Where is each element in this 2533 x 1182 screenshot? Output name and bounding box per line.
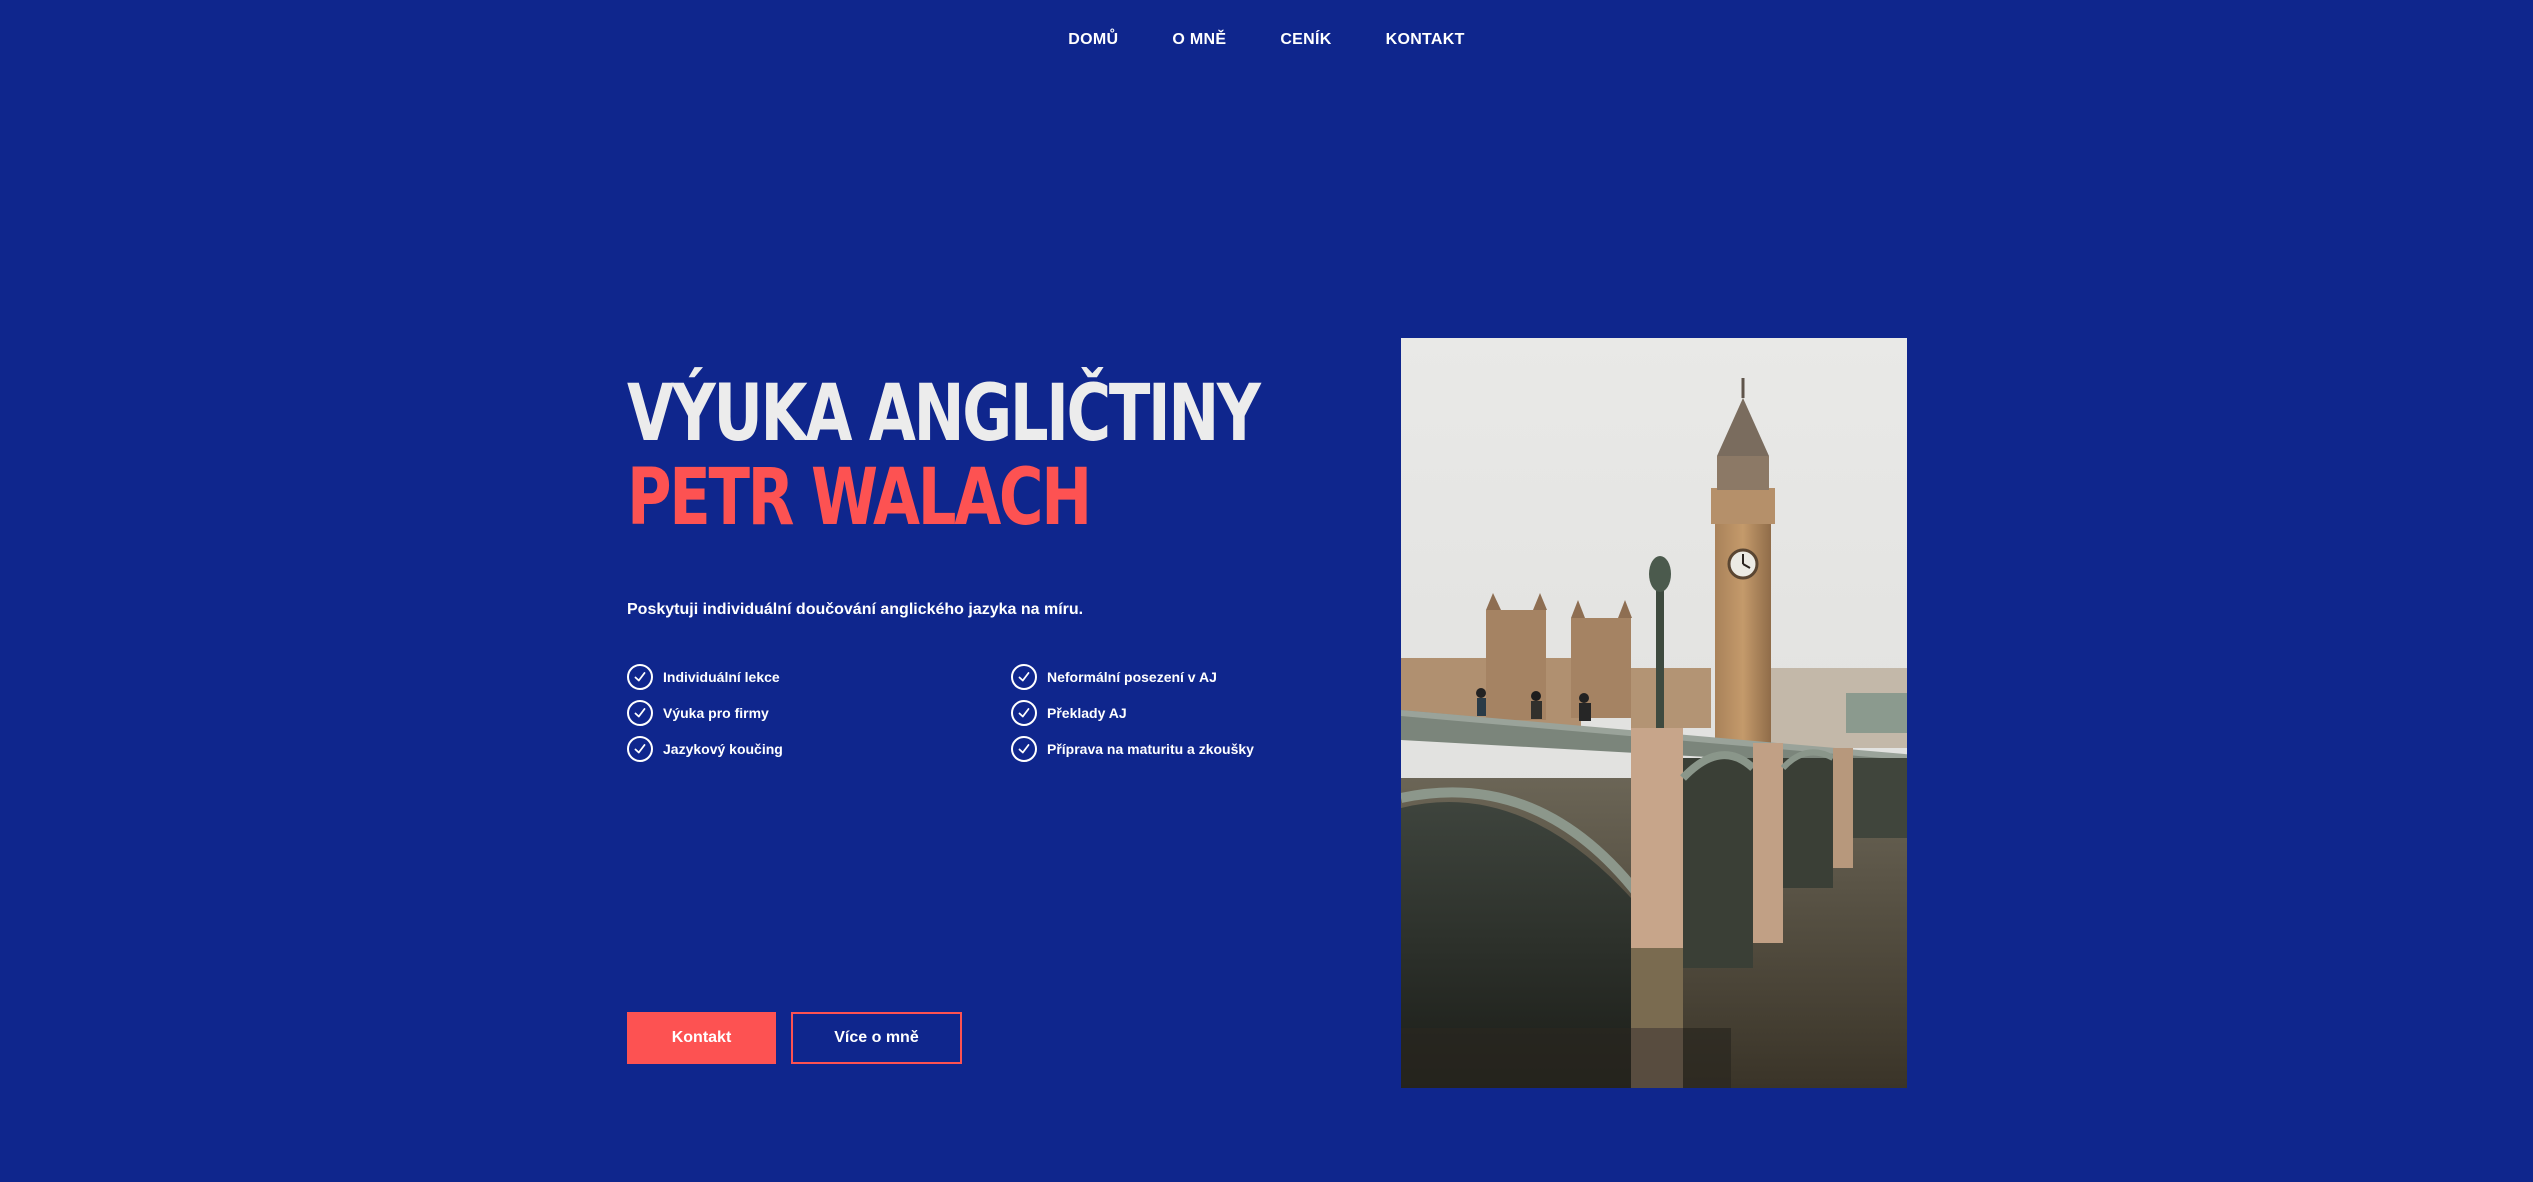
check-circle-icon [1011, 664, 1037, 690]
check-circle-icon [1011, 736, 1037, 762]
check-circle-icon [1011, 700, 1037, 726]
hero-title-line1: VÝUKA ANGLIČTINY [627, 369, 1261, 459]
feature-item: Výuka pro firmy [627, 700, 1011, 726]
feature-label: Příprava na maturitu a zkoušky [1047, 741, 1254, 757]
big-ben-westminster-bridge-photo [1401, 338, 1907, 1088]
feature-item: Příprava na maturitu a zkoušky [1011, 736, 1327, 762]
feature-label: Jazykový koučing [663, 741, 783, 757]
nav-item-contact[interactable]: KONTAKT [1359, 31, 1492, 49]
check-circle-icon [627, 700, 653, 726]
feature-item: Překlady AJ [1011, 700, 1327, 726]
main-nav: DOMŮ O MNĚ CENÍK KONTAKT [0, 0, 2533, 80]
feature-item: Jazykový koučing [627, 736, 1011, 762]
feature-list: Individuální lekce Neformální posezení v… [627, 664, 1327, 762]
check-circle-icon [627, 664, 653, 690]
nav-item-pricing[interactable]: CENÍK [1253, 31, 1358, 49]
feature-label: Neformální posezení v AJ [1047, 669, 1217, 685]
more-about-me-button[interactable]: Více o mně [791, 1012, 962, 1064]
page: DOMŮ O MNĚ CENÍK KONTAKT VÝUKA ANGLIČTIN… [0, 0, 2533, 1182]
feature-label: Individuální lekce [663, 669, 780, 685]
hero-title-line2: PETR WALACH [627, 453, 1092, 543]
feature-item: Individuální lekce [627, 664, 1011, 690]
feature-item: Neformální posezení v AJ [1011, 664, 1327, 690]
contact-button[interactable]: Kontakt [627, 1012, 776, 1064]
feature-label: Výuka pro firmy [663, 705, 769, 721]
feature-label: Překlady AJ [1047, 705, 1127, 721]
hero-intro: Poskytuji individuální doučování anglick… [627, 601, 1084, 618]
hero-title: VÝUKA ANGLIČTINY PETR WALACH [627, 369, 1261, 543]
check-circle-icon [627, 736, 653, 762]
nav-item-about[interactable]: O MNĚ [1145, 31, 1253, 49]
nav-item-home[interactable]: DOMŮ [1041, 31, 1145, 49]
